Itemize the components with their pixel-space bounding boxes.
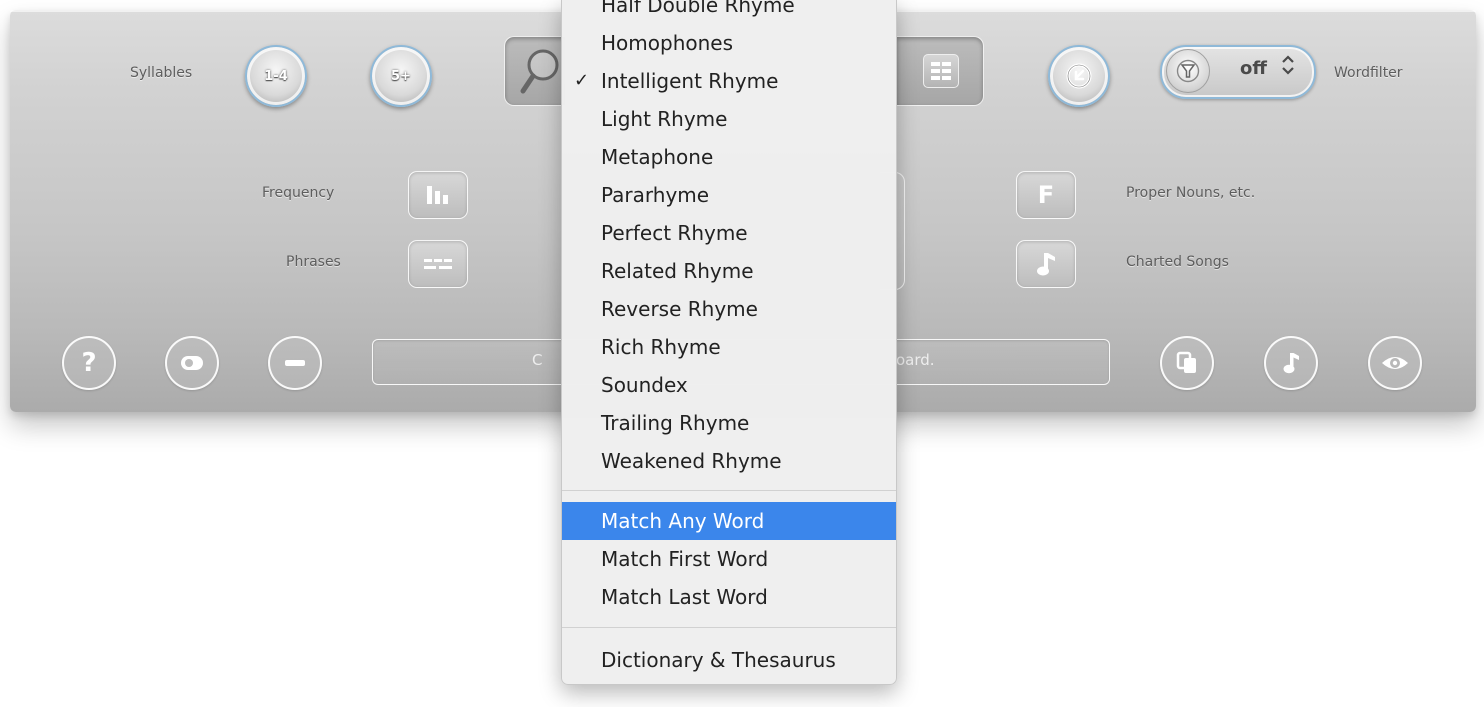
song-button[interactable]: [1264, 336, 1318, 390]
dashes-icon: [424, 259, 452, 269]
bar-chart-icon: [427, 186, 448, 204]
menu-item-reverse-rhyme[interactable]: Reverse Rhyme: [562, 290, 896, 328]
columns-view-button[interactable]: [923, 54, 959, 88]
syllables-label: Syllables: [130, 65, 193, 81]
proper-nouns-label: Proper Nouns, etc.: [1126, 185, 1256, 201]
wordfilter-knob[interactable]: [1166, 49, 1210, 93]
menu-item-label: Rich Rhyme: [601, 335, 721, 359]
wordfilter-stepper-icon[interactable]: [1281, 54, 1295, 79]
switch-icon: [181, 356, 203, 370]
checkmark-icon: ✓: [574, 70, 590, 91]
menu-item-label: Perfect Rhyme: [601, 221, 748, 245]
copy-icon: [1176, 351, 1196, 373]
menu-item-trailing-rhyme[interactable]: Trailing Rhyme: [562, 404, 896, 442]
copy-button[interactable]: [1160, 336, 1214, 390]
music-note-icon: [1283, 353, 1299, 374]
magnifier-icon: [520, 49, 559, 94]
menu-item-label: Light Rhyme: [601, 107, 728, 131]
frequency-label: Frequency: [262, 185, 335, 201]
menu-separator: [562, 490, 896, 491]
menu-item-match-last-word[interactable]: Match Last Word: [562, 578, 896, 616]
syllables-5-plus-button[interactable]: 5+: [370, 45, 432, 107]
menu-item-partial[interactable]: Half Double Rhyme: [562, 0, 896, 24]
menu-item-label: Match Last Word: [601, 585, 768, 609]
wordfilter-label: Wordfilter: [1334, 65, 1403, 81]
music-note-icon: [1037, 253, 1055, 276]
help-button[interactable]: ?: [62, 336, 116, 390]
menu-item-homophones[interactable]: Homophones: [562, 24, 896, 62]
view-button[interactable]: [1368, 336, 1422, 390]
phrases-toggle[interactable]: [408, 240, 468, 288]
wordfilter-value: off: [1240, 58, 1267, 79]
history-back-button[interactable]: [1048, 45, 1110, 107]
minus-icon: [285, 360, 305, 366]
charted-songs-toggle[interactable]: [1016, 240, 1076, 288]
menu-item-pararhyme[interactable]: Pararhyme: [562, 176, 896, 214]
menu-item-match-first-word[interactable]: Match First Word: [562, 540, 896, 578]
rhyme-type-selector[interactable]: [504, 36, 566, 106]
menu-item-label: Metaphone: [601, 145, 714, 169]
field-hint-left: C: [532, 351, 543, 369]
charted-songs-label: Charted Songs: [1126, 254, 1229, 270]
menu-item-label: Soundex: [601, 373, 688, 397]
toggle-switch-button[interactable]: [165, 336, 219, 390]
layout-toggle-well: [896, 36, 984, 106]
menu-item-label: Match First Word: [601, 547, 769, 571]
columns-icon: [931, 62, 951, 80]
menu-item-intelligent-rhyme[interactable]: ✓ Intelligent Rhyme: [562, 62, 896, 100]
menu-item-light-rhyme[interactable]: Light Rhyme: [562, 100, 896, 138]
menu-item-perfect-rhyme[interactable]: Perfect Rhyme: [562, 214, 896, 252]
menu-item-label: Half Double Rhyme: [601, 0, 795, 17]
menu-item-metaphone[interactable]: Metaphone: [562, 138, 896, 176]
menu-item-rich-rhyme[interactable]: Rich Rhyme: [562, 328, 896, 366]
menu-item-label: Related Rhyme: [601, 259, 754, 283]
phrases-label: Phrases: [286, 254, 341, 270]
minus-button[interactable]: [268, 336, 322, 390]
funnel-icon: [1176, 59, 1200, 83]
menu-item-related-rhyme[interactable]: Related Rhyme: [562, 252, 896, 290]
frequency-toggle[interactable]: [408, 171, 468, 219]
menu-item-label: Homophones: [601, 31, 734, 55]
menu-item-soundex[interactable]: Soundex: [562, 366, 896, 404]
menu-item-label: Weakened Rhyme: [601, 449, 782, 473]
menu-item-weakened-rhyme[interactable]: Weakened Rhyme: [562, 442, 896, 480]
back-arrow-icon: [1066, 63, 1092, 89]
eye-icon: [1382, 357, 1408, 369]
menu-item-label: Reverse Rhyme: [601, 297, 758, 321]
menu-separator: [562, 627, 896, 628]
menu-item-match-any-word[interactable]: Match Any Word: [562, 502, 896, 540]
field-hint-right: oard.: [896, 351, 935, 369]
menu-item-label: Trailing Rhyme: [601, 411, 750, 435]
menu-item-dictionary-thesaurus[interactable]: Dictionary & Thesaurus: [562, 641, 896, 679]
syllables-1-4-button[interactable]: 1-4: [245, 45, 307, 107]
proper-nouns-toggle[interactable]: F: [1016, 171, 1076, 219]
menu-item-label: Match Any Word: [601, 509, 765, 533]
menu-item-label: Dictionary & Thesaurus: [601, 648, 836, 672]
menu-item-label: Intelligent Rhyme: [601, 69, 779, 93]
rhyme-type-menu: Half Double Rhyme Homophones ✓ Intelligen…: [561, 0, 897, 685]
menu-item-label: Pararhyme: [601, 183, 710, 207]
up-down-chevron-icon: [1282, 55, 1294, 75]
